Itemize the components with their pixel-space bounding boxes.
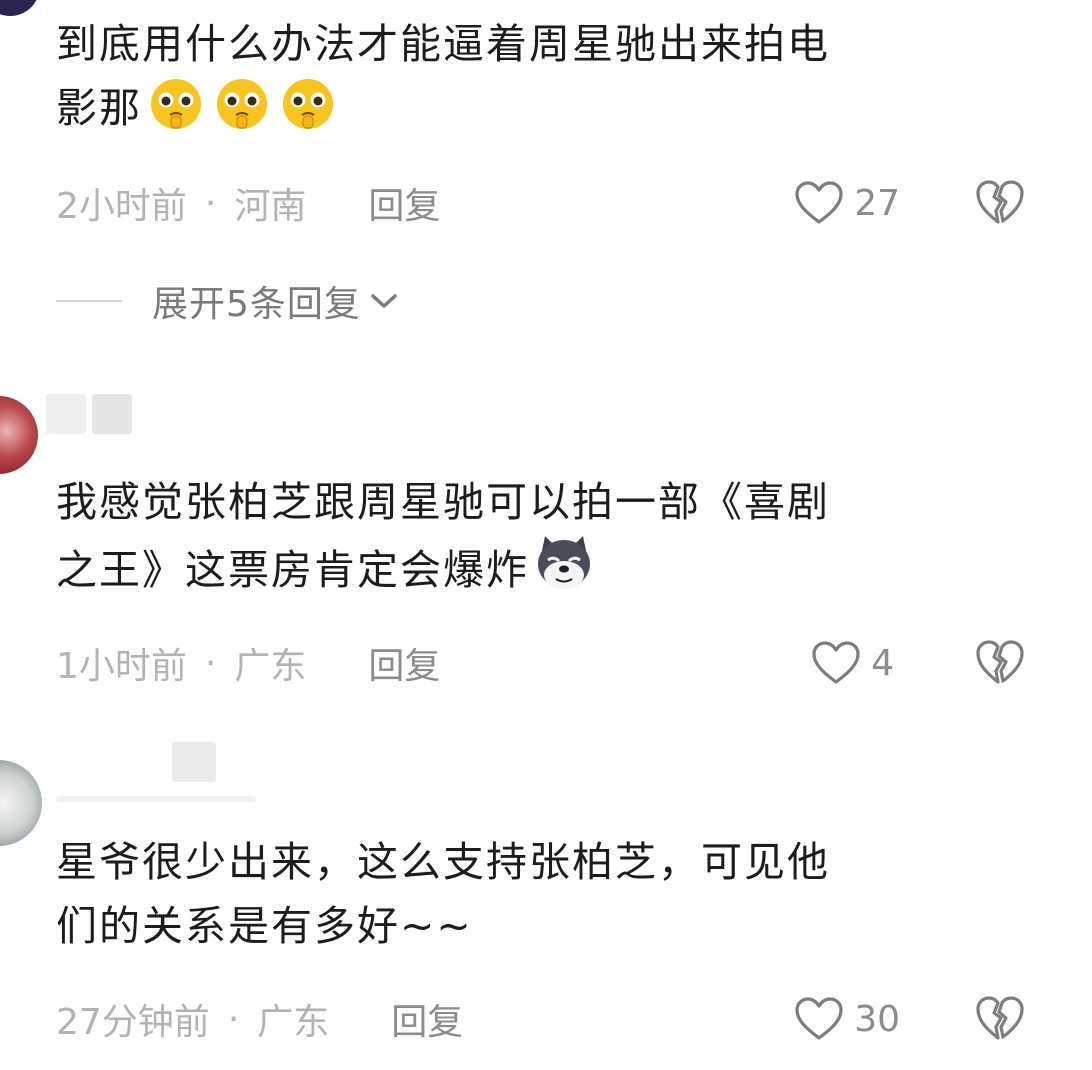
comment-time: 2小时前 [56,186,187,227]
comment-location: 广东 [234,646,307,687]
dislike-button[interactable] [974,994,1026,1044]
comment-text-line: 星爷很少出来，这么支持张柏芝，可见他 [56,838,830,886]
pleading-face-emoji [144,76,208,150]
meta-separator: · [227,998,240,1040]
heart-outline-icon [795,181,843,224]
expand-replies-button[interactable]: 展开5条回复 [56,276,401,326]
expand-replies-label: 展开5条回复 [152,284,361,325]
username-placeholder [56,796,256,802]
broken-heart-icon [976,180,1024,224]
broken-heart-icon [976,996,1024,1040]
avatar[interactable] [0,0,40,16]
comment-time: 27分钟前 [56,1002,210,1043]
dislike-button[interactable] [974,178,1026,228]
avatar[interactable] [0,396,38,474]
like-count: 4 [871,642,894,684]
reply-button[interactable]: 回复 [368,637,440,689]
comment-text: 到底用什么办法才能逼着周星驰出来拍电 影那 [56,12,1016,150]
comment-text-line: 们的关系是有多好~~ [56,902,473,950]
like-count: 27 [854,182,900,224]
like-button[interactable]: 27 [794,178,900,228]
comment-meta: 27分钟前 · 广东 回复 [56,994,463,1044]
comment-text-line: 到底用什么办法才能逼着周星驰出来拍电 [56,20,830,68]
pleading-face-emoji [210,76,274,150]
reply-button[interactable]: 回复 [391,993,463,1045]
comment-meta: 1小时前 · 广东 回复 [56,638,440,688]
heart-outline-icon [795,997,843,1040]
smug-dog-emoji [531,534,597,612]
chevron-down-icon [371,294,397,308]
comment-location: 广东 [257,1002,330,1043]
comment-text: 我感觉张柏芝跟周星驰可以拍一部《喜剧 之王》这票房肯定会爆炸 [56,470,1016,612]
divider [56,300,122,302]
meta-separator: · [204,182,217,224]
comment-text-line: 之王》这票房肯定会爆炸 [56,546,529,594]
comment-text-line: 我感觉张柏芝跟周星驰可以拍一部《喜剧 [56,478,830,526]
username[interactable] [172,742,216,782]
like-button[interactable]: 4 [811,638,894,688]
meta-separator: · [204,642,217,684]
like-count: 30 [854,998,900,1040]
username[interactable] [46,394,132,434]
comment-text-line: 影那 [56,84,142,132]
comment-text: 星爷很少出来，这么支持张柏芝，可见他 们的关系是有多好~~ [56,830,1016,958]
pleading-face-emoji [276,76,340,150]
comment-meta: 2小时前 · 河南 回复 [56,178,440,228]
comment-location: 河南 [234,186,307,227]
comment-time: 1小时前 [56,646,187,687]
avatar[interactable] [0,760,42,846]
reply-button[interactable]: 回复 [368,177,440,229]
heart-outline-icon [812,641,860,684]
broken-heart-icon [976,640,1024,684]
dislike-button[interactable] [974,638,1026,688]
like-button[interactable]: 30 [794,994,900,1044]
